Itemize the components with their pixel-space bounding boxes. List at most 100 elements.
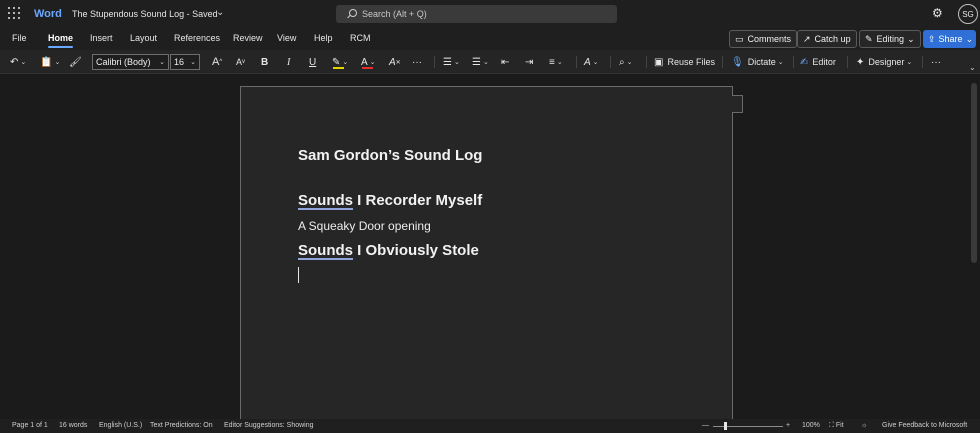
comment-margin-tab[interactable]	[732, 95, 743, 113]
chevron-down-icon: ⌄	[907, 33, 915, 44]
styles-button[interactable]: A ⌄	[584, 54, 599, 70]
app-name[interactable]: Word	[34, 8, 62, 20]
bullets-button[interactable]: ☰ ⌄	[443, 54, 460, 70]
font-color-button[interactable]: A ⌄	[361, 54, 381, 70]
bold-button[interactable]: B	[261, 54, 268, 70]
fit-icon: ⛶	[829, 422, 834, 429]
title-bar: Word The Stupendous Sound Log - Saved ⌄ …	[0, 0, 980, 28]
word-count[interactable]: 16 words	[59, 422, 87, 429]
tab-home[interactable]: Home	[48, 33, 74, 48]
numbered-list-icon: ☰	[472, 56, 481, 68]
tab-help[interactable]: Help	[314, 33, 333, 43]
divider	[576, 56, 577, 68]
increase-font-button[interactable]: A ^	[212, 54, 222, 70]
comments-button[interactable]: ▭ Comments	[729, 30, 798, 48]
dictate-button[interactable]: 🎙 Dictate ⌄	[731, 54, 784, 70]
zoom-in-button[interactable]: +	[786, 422, 790, 429]
comment-icon: ▭	[735, 33, 744, 44]
search-icon: ⌕	[619, 56, 625, 68]
increase-indent-button[interactable]: ⇥	[525, 54, 533, 70]
document-heading-1[interactable]: Sounds I Recorder Myself	[298, 192, 482, 209]
more-options-button[interactable]: ···	[931, 54, 941, 70]
editor-suggestions-status[interactable]: Editor Suggestions: Showing	[224, 422, 314, 429]
pencil-icon: ✎	[865, 33, 873, 44]
designer-icon: ✦	[856, 56, 865, 68]
outdent-icon: ⇤	[501, 56, 510, 68]
decrease-font-button[interactable]: Av	[236, 54, 245, 70]
designer-button[interactable]: ✦ Designer ⌄	[856, 54, 912, 70]
divider	[434, 56, 435, 68]
language-status[interactable]: English (U.S.)	[99, 422, 142, 429]
editor-pen-icon: ✍	[800, 56, 809, 68]
chevron-down-icon[interactable]: ⌄	[969, 63, 976, 72]
search-placeholder: Search (Alt + Q)	[362, 9, 427, 19]
brightness-icon[interactable]: ☼	[861, 422, 867, 429]
editing-mode-button[interactable]: ✎ Editing ⌄	[859, 30, 921, 48]
indent-icon: ⇥	[525, 56, 534, 68]
tab-references[interactable]: References	[174, 33, 220, 43]
tab-view[interactable]: View	[277, 33, 296, 43]
chevron-down-icon: ⌄	[965, 33, 974, 44]
editor-button[interactable]: ✍ Editor	[800, 54, 836, 70]
share-icon: ⇪	[928, 33, 936, 44]
align-button[interactable]: ≡ ⌄	[549, 54, 563, 70]
document-heading-2[interactable]: Sounds I Obviously Stole	[298, 242, 479, 259]
document-title[interactable]: The Stupendous Sound Log - Saved	[72, 9, 218, 19]
gear-icon[interactable]: ⚙	[932, 7, 944, 19]
text-cursor	[298, 267, 299, 283]
tab-rcm[interactable]: RCM	[350, 33, 371, 43]
document-page[interactable]: Sam Gordon’s Sound Log Sounds I Recorder…	[240, 86, 733, 426]
avatar[interactable]: SG	[958, 4, 978, 24]
highlight-button[interactable]: ✎ ⌄	[332, 54, 352, 70]
text-predictions-status[interactable]: Text Predictions: On	[150, 422, 213, 429]
divider	[722, 56, 723, 68]
font-color-swatch	[362, 67, 373, 69]
clear-formatting-button[interactable]: A ✕	[389, 54, 401, 70]
undo-button[interactable]: ↶ ⌄	[10, 54, 26, 70]
divider	[922, 56, 923, 68]
app-launcher-icon[interactable]	[8, 7, 20, 19]
paste-button[interactable]: 📋 ⌄	[40, 54, 60, 70]
highlight-color-swatch	[333, 67, 344, 69]
clipboard-icon: 📋	[40, 56, 53, 68]
format-painter-button[interactable]: 🖌	[69, 54, 82, 70]
numbering-button[interactable]: ☰ ⌄	[472, 54, 489, 70]
tab-insert[interactable]: Insert	[90, 33, 113, 43]
spelling-flagged-word[interactable]: Sounds	[298, 192, 353, 209]
paintbrush-icon: 🖌	[69, 56, 82, 68]
tab-file[interactable]: File	[12, 33, 27, 43]
chevron-down-icon[interactable]: ⌄	[216, 7, 224, 18]
document-paragraph[interactable]: A Squeaky Door opening	[298, 219, 431, 233]
zoom-level[interactable]: 100%	[802, 422, 820, 429]
page-count[interactable]: Page 1 of 1	[12, 422, 48, 429]
document-canvas[interactable]: ⌄ Sam Gordon’s Sound Log Sounds I Record…	[0, 63, 980, 426]
reuse-files-button[interactable]: ▣ Reuse Files	[654, 54, 715, 70]
share-button[interactable]: ⇪ Share ⌄	[923, 30, 976, 48]
italic-button[interactable]: I	[287, 54, 290, 70]
tab-review[interactable]: Review	[233, 33, 263, 43]
styles-icon: A	[584, 56, 591, 68]
decrease-indent-button[interactable]: ⇤	[501, 54, 509, 70]
bullet-list-icon: ☰	[443, 56, 452, 68]
reuse-files-icon: ▣	[654, 56, 664, 68]
zoom-out-button[interactable]: —	[702, 422, 709, 429]
fit-button[interactable]: ⛶ Fit	[829, 422, 844, 430]
find-button[interactable]: ⌕ ⌄	[619, 54, 632, 70]
tab-layout[interactable]: Layout	[130, 33, 157, 43]
scrollbar-thumb[interactable]	[971, 83, 977, 263]
font-name-select[interactable]: Calibri (Body) ⌄	[92, 54, 169, 70]
zoom-slider-thumb[interactable]	[724, 422, 727, 430]
font-size-select[interactable]: 16 ⌄	[170, 54, 200, 70]
search-box[interactable]: Search (Alt + Q)	[336, 5, 617, 23]
document-heading-title[interactable]: Sam Gordon’s Sound Log	[298, 147, 482, 164]
spelling-flagged-word[interactable]: Sounds	[298, 242, 353, 259]
catch-up-button[interactable]: ↗ Catch up	[797, 30, 857, 48]
underline-button[interactable]: U	[309, 54, 316, 70]
more-font-options-button[interactable]: ···	[412, 54, 422, 70]
divider	[847, 56, 848, 68]
feedback-link[interactable]: Give Feedback to Microsoft	[882, 422, 967, 429]
microphone-icon: 🎙	[731, 56, 744, 68]
divider	[793, 56, 794, 68]
search-icon	[346, 9, 357, 19]
ribbon-toolbar: ↶ ⌄ 📋 ⌄ 🖌 Calibri (Body) ⌄ 16 ⌄ A ^ Av B I U …	[0, 50, 980, 74]
